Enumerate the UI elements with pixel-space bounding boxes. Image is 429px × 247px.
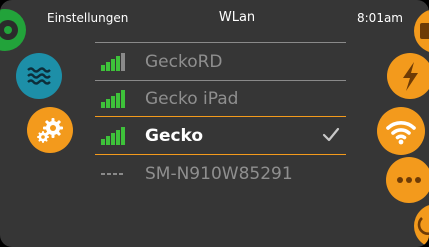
network-name: Gecko iPad	[145, 89, 239, 109]
network-name: Gecko	[145, 126, 204, 146]
signal-full-icon	[101, 53, 125, 71]
wifi-icon	[386, 121, 416, 145]
lock-button[interactable]	[414, 9, 429, 53]
signal-full-icon	[101, 127, 125, 145]
more-button[interactable]	[386, 157, 429, 203]
power-icon	[417, 217, 429, 235]
wifi-network-row[interactable]: Gecko iPad	[95, 81, 346, 117]
network-name: SM-N910W85291	[145, 164, 293, 184]
clock-time: 8:01am	[357, 11, 403, 25]
wlan-settings-screen: Einstellungen WLan 8:01am GeckoRD Gecko …	[0, 0, 429, 247]
wifi-network-row-selected[interactable]: Gecko	[95, 118, 346, 154]
settings-gears-icon	[37, 118, 63, 143]
power-button[interactable]	[414, 204, 429, 247]
lock-icon	[420, 23, 429, 39]
signal-full-icon	[101, 90, 125, 108]
network-name: GeckoRD	[145, 52, 223, 72]
checkmark-icon	[322, 127, 340, 142]
music-button[interactable]	[0, 9, 26, 51]
water-button[interactable]	[16, 53, 62, 99]
wifi-network-row[interactable]: GeckoRD	[95, 44, 346, 80]
wifi-network-row[interactable]: SM-N910W85291	[95, 156, 346, 192]
list-divider	[95, 42, 346, 43]
lightning-icon	[403, 62, 418, 91]
wifi-button[interactable]	[377, 107, 425, 155]
settings-label[interactable]: Einstellungen	[47, 10, 128, 26]
selected-divider-bottom	[95, 154, 346, 155]
more-dots-icon	[397, 177, 421, 183]
lights-button[interactable]	[387, 53, 429, 99]
water-waves-icon	[27, 67, 51, 85]
signal-none-icon	[101, 173, 123, 175]
settings-button[interactable]	[27, 107, 73, 153]
music-icon	[0, 20, 18, 40]
page-title: WLan	[218, 10, 256, 25]
